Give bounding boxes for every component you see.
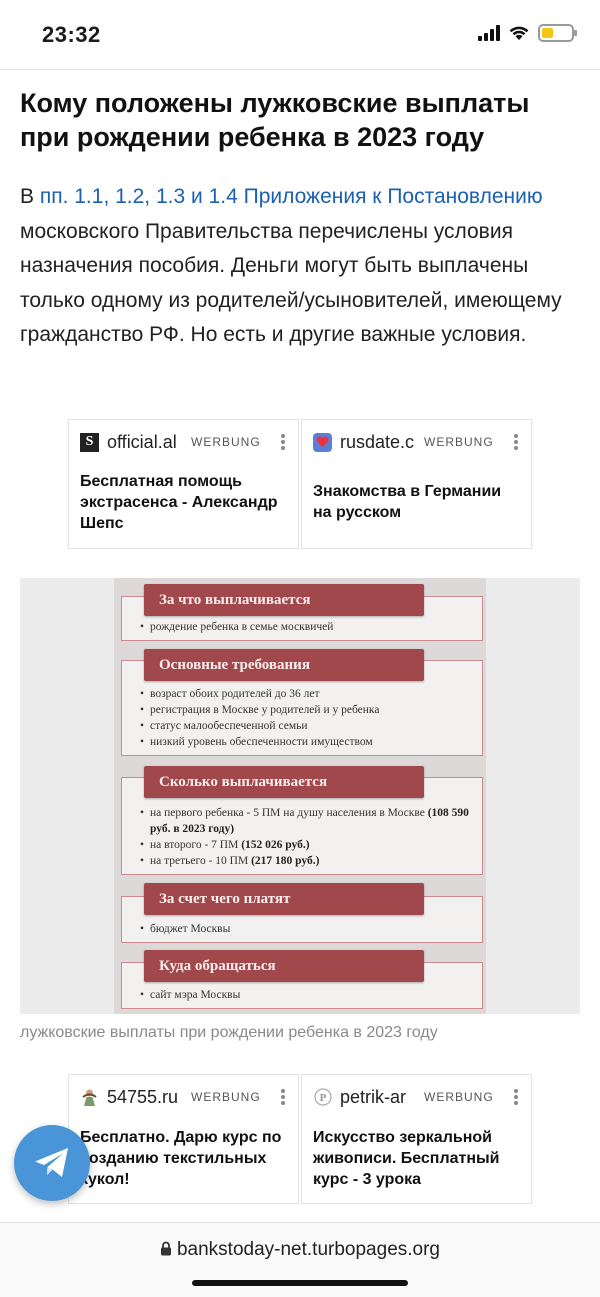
battery-icon bbox=[538, 24, 577, 42]
ad-row-top: S official.al WERBUNG Бесплатная помощь … bbox=[68, 419, 532, 549]
status-icons bbox=[478, 24, 577, 42]
status-time: 23:32 bbox=[42, 22, 101, 47]
para-prefix: В bbox=[20, 185, 40, 208]
infographic-section: Основные требования возраст обоих родите… bbox=[121, 649, 483, 756]
regulation-link[interactable]: пп. 1.1, 1.2, 1.3 и 1.4 Приложения к Пос… bbox=[40, 185, 543, 208]
ad-domain: 54755.ru bbox=[107, 1086, 179, 1107]
infographic-section: За что выплачивается рождение ребенка в … bbox=[121, 584, 483, 641]
ad-card[interactable]: P petrik-ar WERBUNG Искусство зеркальной… bbox=[301, 1074, 532, 1204]
lock-icon bbox=[160, 1241, 171, 1256]
divider bbox=[0, 69, 600, 70]
ad-label: WERBUNG bbox=[191, 435, 261, 449]
ad-label: WERBUNG bbox=[424, 1090, 494, 1104]
more-vertical-icon[interactable] bbox=[280, 432, 286, 452]
infographic-image: За что выплачивается рождение ребенка в … bbox=[20, 578, 580, 1014]
telegram-share-button[interactable] bbox=[14, 1125, 90, 1201]
infographic-section: Куда обращаться сайт мэра Москвы bbox=[121, 950, 483, 1009]
article-title: Кому положены лужковские выплаты при рож… bbox=[20, 88, 530, 152]
url-display[interactable]: bankstoday-net.turbopages.org bbox=[0, 1239, 600, 1261]
section-item: статус малообеспеченной семьи bbox=[140, 718, 474, 734]
section-title: Сколько выплачивается bbox=[144, 766, 424, 798]
section-title: За что выплачивается bbox=[144, 584, 424, 616]
section-item: низкий уровень обеспеченности имуществом bbox=[140, 734, 474, 750]
ad-domain: rusdate.c bbox=[340, 431, 415, 452]
wifi-icon bbox=[509, 26, 529, 40]
section-item: возраст обоих родителей до 36 лет bbox=[140, 686, 474, 702]
ad-card[interactable]: S official.al WERBUNG Бесплатная помощь … bbox=[68, 419, 299, 549]
heart-icon bbox=[313, 432, 332, 452]
ad-label: WERBUNG bbox=[424, 435, 494, 449]
ad-text: Бесплатно. Дарю курс по созданию текстил… bbox=[80, 1129, 282, 1188]
ad-text: Бесплатная помощь экстрасенса - Александ… bbox=[80, 473, 278, 532]
doll-icon bbox=[80, 1088, 99, 1107]
ad-row-bottom: 54755.ru WERBUNG Бесплатно. Дарю курс по… bbox=[68, 1074, 532, 1204]
section-item: на второго - 7 ПМ (152 026 руб.) bbox=[140, 837, 474, 853]
status-bar: 23:32 bbox=[0, 0, 600, 70]
telegram-plane-icon bbox=[35, 1148, 68, 1177]
more-vertical-icon[interactable] bbox=[280, 1087, 286, 1107]
infographic-panel: За что выплачивается рождение ребенка в … bbox=[114, 578, 486, 1014]
ad-label: WERBUNG bbox=[191, 1090, 261, 1104]
infographic-section: Сколько выплачивается на первого ребенка… bbox=[121, 766, 483, 875]
section-title: За счет чего платят bbox=[144, 883, 424, 915]
more-vertical-icon[interactable] bbox=[513, 432, 519, 452]
ad-text: Искусство зеркальной живописи. Бесплатны… bbox=[313, 1129, 500, 1188]
section-item: регистрация в Москве у родителей и у реб… bbox=[140, 702, 474, 718]
svg-text:P: P bbox=[319, 1092, 326, 1104]
ad-card[interactable]: rusdate.c WERBUNG Знакомства в Германии … bbox=[301, 419, 532, 549]
image-caption: лужковские выплаты при рождении ребенка … bbox=[20, 1024, 438, 1041]
ad-text: Знакомства в Германии на русском bbox=[313, 483, 502, 521]
ad-card[interactable]: 54755.ru WERBUNG Бесплатно. Дарю курс по… bbox=[68, 1074, 299, 1204]
section-title: Куда обращаться bbox=[144, 950, 424, 982]
home-indicator[interactable] bbox=[192, 1280, 408, 1286]
section-item: рождение ребенка в семье москвичей bbox=[140, 619, 474, 635]
section-item: на третьего - 10 ПМ (217 180 руб.) bbox=[140, 853, 474, 869]
signal-icon bbox=[478, 25, 500, 41]
section-title: Основные требования bbox=[144, 649, 424, 681]
p-logo-icon: P bbox=[313, 1088, 332, 1107]
section-item: сайт мэра Москвы bbox=[140, 987, 474, 1003]
section-item: на первого ребенка - 5 ПМ на душу населе… bbox=[140, 805, 474, 837]
section-item: бюджет Москвы bbox=[140, 921, 474, 937]
para-rest: московского Правительства перечислены ус… bbox=[20, 219, 562, 347]
browser-address-bar[interactable]: bankstoday-net.turbopages.org bbox=[0, 1222, 600, 1297]
article-paragraph: В пп. 1.1, 1.2, 1.3 и 1.4 Приложения к П… bbox=[20, 180, 585, 353]
ad-domain: official.al bbox=[107, 431, 177, 452]
ad-favicon-s-icon: S bbox=[80, 432, 99, 452]
infographic-section: За счет чего платят бюджет Москвы bbox=[121, 883, 483, 943]
more-vertical-icon[interactable] bbox=[513, 1087, 519, 1107]
url-text: bankstoday-net.turbopages.org bbox=[176, 1239, 440, 1260]
ad-domain: petrik-ar bbox=[340, 1086, 407, 1107]
